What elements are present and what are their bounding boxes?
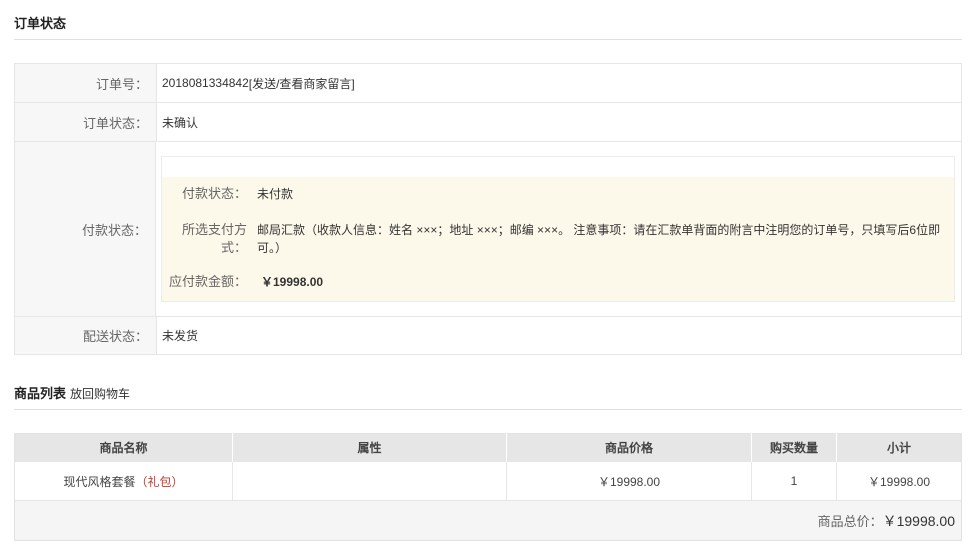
goods-price-cell: ￥19998.00 [506,461,752,501]
pay-amount-value: ￥19998.00 [261,275,324,289]
pay-status-line: 付款状态： 未付款 [162,185,954,203]
goods-attr-cell [232,461,507,501]
payment-box-top [162,157,954,177]
goods-subtotal-cell: ￥19998.00 [836,461,962,501]
divider [14,39,962,40]
order-no-value: 2018081334842 [发送/查看商家留言] [157,64,961,102]
order-status-value: 未确认 [162,115,199,130]
payment-box-body: 付款状态： 未付款 所选支付方式： 邮局汇款（收款人信息：姓名 ×××；地址 ×… [162,177,954,301]
payment-status-row: 付款状态： 付款状态： 未付款 所选支付方式： 邮局汇款（收款人信息：姓名 ××… [15,141,961,316]
payment-status-label: 付款状态： [15,142,156,316]
message-link[interactable]: [发送/查看商家留言] [249,75,355,92]
pay-method-value: 邮局汇款（收款人信息：姓名 ×××；地址 ×××；邮编 ×××。 注意事项：请在… [257,223,941,255]
goods-name-cell: 现代风格套餐（礼包） [14,461,233,501]
payment-status-value: 付款状态： 未付款 所选支付方式： 邮局汇款（收款人信息：姓名 ×××；地址 ×… [156,142,961,316]
pay-method-line: 所选支付方式： 邮局汇款（收款人信息：姓名 ×××；地址 ×××；邮编 ×××。… [162,221,954,257]
order-no-row: 订单号： 2018081334842 [发送/查看商家留言] [15,64,961,102]
back-to-cart-link[interactable]: 放回购物车 [70,387,130,401]
goods-name-link[interactable]: 现代风格套餐 [63,475,135,489]
total-label: 商品总价： [817,513,883,529]
pay-amount-line: 应付款金额： ￥19998.00 [162,273,954,291]
goods-qty-cell: 1 [751,461,837,501]
goods-table: 商品名称 属性 商品价格 购买数量 小计 现代风格套餐（礼包） ￥19998.0… [14,433,962,541]
col-header-attr: 属性 [232,433,507,462]
order-status-title-text: 订单状态 [14,16,67,31]
goods-list-title-text: 商品列表 [14,386,67,401]
payment-box: 付款状态： 未付款 所选支付方式： 邮局汇款（收款人信息：姓名 ×××；地址 ×… [161,156,955,302]
order-status-label: 订单状态： [15,103,157,141]
table-row: 现代风格套餐（礼包） ￥19998.00 1 ￥19998.00 [14,461,962,501]
pay-amount-key: 应付款金额： [168,274,247,289]
col-header-subtotal: 小计 [836,433,962,462]
order-no: 2018081334842 [162,76,249,90]
col-header-qty: 购买数量 [751,433,837,462]
order-status-row: 订单状态： 未确认 [15,102,961,141]
shipping-status-row: 配送状态： 未发货 [15,316,961,354]
total-cell: 商品总价：￥19998.00 [14,500,962,541]
pay-method-key: 所选支付方式： [182,222,248,255]
order-info-table: 订单号： 2018081334842 [发送/查看商家留言] 订单状态： 未确认… [14,63,962,355]
order-status-title: 订单状态 [14,13,66,32]
col-header-price: 商品价格 [506,433,752,462]
pay-status-value: 未付款 [257,187,294,201]
order-no-label: 订单号： [15,64,157,102]
shipping-status-label: 配送状态： [15,317,157,354]
total-row: 商品总价：￥19998.00 [14,500,962,541]
gift-tag: （礼包） [135,474,184,489]
divider [14,409,962,410]
total-amount: ￥19998.00 [882,512,955,529]
shipping-status-value: 未发货 [162,329,199,343]
goods-list-title: 商品列表 放回购物车 [14,383,130,402]
goods-table-header: 商品名称 属性 商品价格 购买数量 小计 [14,433,962,462]
pay-status-key: 付款状态： [181,186,247,201]
col-header-name: 商品名称 [14,433,233,462]
